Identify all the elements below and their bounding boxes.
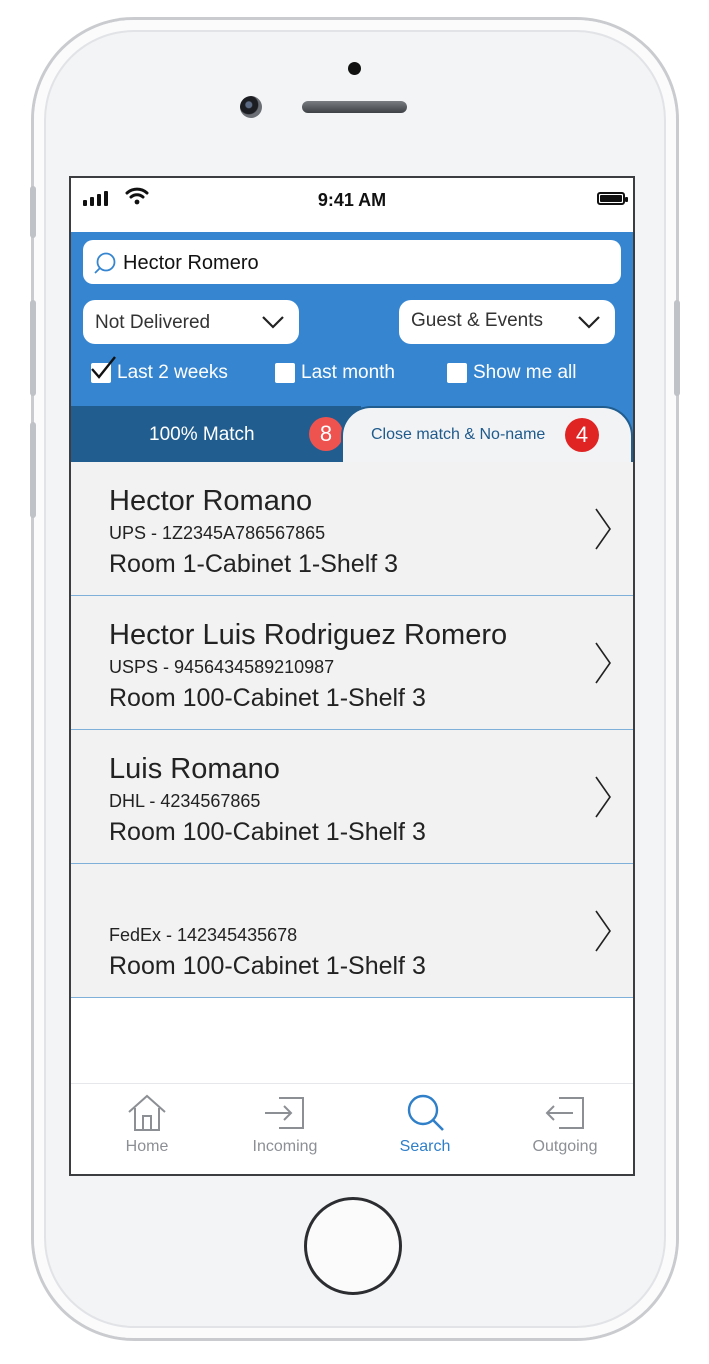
speaker-grille bbox=[302, 101, 407, 113]
volume-down-button bbox=[30, 422, 36, 518]
count-badge: 8 bbox=[309, 417, 343, 451]
chevron-right-icon bbox=[595, 642, 611, 684]
tab-100-match[interactable]: 100% Match 8 bbox=[71, 406, 361, 462]
status-bar: 9:41 AM bbox=[71, 178, 633, 232]
list-item[interactable]: Luis Romano DHL - 4234567865 Room 100-Ca… bbox=[71, 730, 633, 864]
category-dropdown[interactable]: Guest & Events bbox=[399, 300, 615, 344]
incoming-icon bbox=[265, 1097, 304, 1129]
filter-last-2-weeks[interactable]: Last 2 weeks bbox=[91, 356, 228, 384]
battery-icon bbox=[597, 192, 628, 205]
tracking-number: USPS - 9456434589210987 bbox=[109, 657, 335, 677]
home-button[interactable] bbox=[304, 1197, 402, 1295]
filter-header: Hector Romero Not Delivered Guest & Even… bbox=[71, 232, 633, 462]
tab-close-match[interactable]: Close match & No-name 4 bbox=[341, 406, 633, 462]
recipient-name: Hector Romano bbox=[109, 485, 313, 517]
search-input[interactable]: Hector Romero bbox=[83, 240, 621, 284]
nav-incoming[interactable]: Incoming bbox=[215, 1092, 355, 1156]
category-dropdown-value: Guest & Events bbox=[411, 310, 544, 331]
tracking-number: UPS - 1Z2345A786567865 bbox=[109, 523, 326, 543]
chevron-down-icon bbox=[578, 316, 600, 329]
tracking-number: FedEx - 142345435678 bbox=[109, 925, 298, 945]
home-icon bbox=[128, 1094, 166, 1131]
chevron-right-icon bbox=[595, 776, 611, 818]
match-tabs: 100% Match 8 Close match & No-name 4 bbox=[71, 406, 633, 462]
nav-home[interactable]: Home bbox=[77, 1092, 217, 1156]
filter-show-me-all[interactable]: Show me all bbox=[447, 362, 577, 384]
search-icon bbox=[94, 252, 116, 274]
front-camera bbox=[240, 96, 262, 118]
list-item[interactable]: FedEx - 142345435678 Room 100-Cabinet 1-… bbox=[71, 864, 633, 998]
bottom-tab-bar: Home Incoming Search Outgoing bbox=[71, 1083, 633, 1174]
chevron-right-icon bbox=[595, 508, 611, 550]
power-button bbox=[674, 300, 680, 396]
tab-label: Close match & No-name bbox=[371, 426, 546, 443]
results-list: Hector Romano UPS - 1Z2345A786567865 Roo… bbox=[71, 462, 633, 998]
filter-label: Last 2 weeks bbox=[117, 362, 228, 383]
filter-last-month[interactable]: Last month bbox=[275, 362, 395, 384]
tracking-number: DHL - 4234567865 bbox=[109, 791, 261, 811]
chevron-down-icon bbox=[262, 316, 284, 329]
status-time: 9:41 AM bbox=[317, 190, 387, 210]
status-dropdown-value: Not Delivered bbox=[95, 312, 211, 333]
storage-location: Room 1-Cabinet 1-Shelf 3 bbox=[109, 550, 399, 578]
checkmark-icon bbox=[91, 356, 116, 379]
storage-location: Room 100-Cabinet 1-Shelf 3 bbox=[109, 952, 426, 980]
nav-label: Incoming bbox=[252, 1138, 318, 1155]
date-filters: Last 2 weeks Last month Show me all bbox=[71, 356, 633, 396]
chevron-right-icon bbox=[595, 910, 611, 952]
volume-up-button bbox=[30, 300, 36, 396]
count-badge: 4 bbox=[565, 418, 599, 452]
search-icon bbox=[407, 1094, 444, 1131]
status-dropdown[interactable]: Not Delivered bbox=[83, 300, 299, 344]
outgoing-icon bbox=[545, 1097, 584, 1129]
nav-label: Search bbox=[399, 1138, 451, 1155]
screen: 9:41 AM Hector Romero Not Delivered Gues… bbox=[69, 176, 635, 1176]
recipient-name: Luis Romano bbox=[109, 753, 280, 785]
nav-outgoing[interactable]: Outgoing bbox=[495, 1092, 633, 1156]
recipient-name: Hector Luis Rodriguez Romero bbox=[109, 619, 508, 651]
side-button bbox=[30, 186, 36, 238]
nav-label: Outgoing bbox=[532, 1138, 598, 1155]
filter-label: Last month bbox=[301, 362, 395, 383]
nav-label: Home bbox=[125, 1138, 169, 1155]
camera-dot bbox=[348, 62, 361, 75]
search-value: Hector Romero bbox=[123, 252, 259, 274]
filter-label: Show me all bbox=[473, 362, 577, 383]
checkbox-checked[interactable] bbox=[91, 356, 116, 383]
storage-location: Room 100-Cabinet 1-Shelf 3 bbox=[109, 684, 426, 712]
list-item[interactable]: Hector Romano UPS - 1Z2345A786567865 Roo… bbox=[71, 462, 633, 596]
checkbox[interactable] bbox=[447, 363, 467, 383]
storage-location: Room 100-Cabinet 1-Shelf 3 bbox=[109, 818, 426, 846]
tab-label: 100% Match bbox=[149, 424, 255, 445]
nav-search[interactable]: Search bbox=[355, 1092, 495, 1156]
list-item[interactable]: Hector Luis Rodriguez Romero USPS - 9456… bbox=[71, 596, 633, 730]
checkbox[interactable] bbox=[275, 363, 295, 383]
